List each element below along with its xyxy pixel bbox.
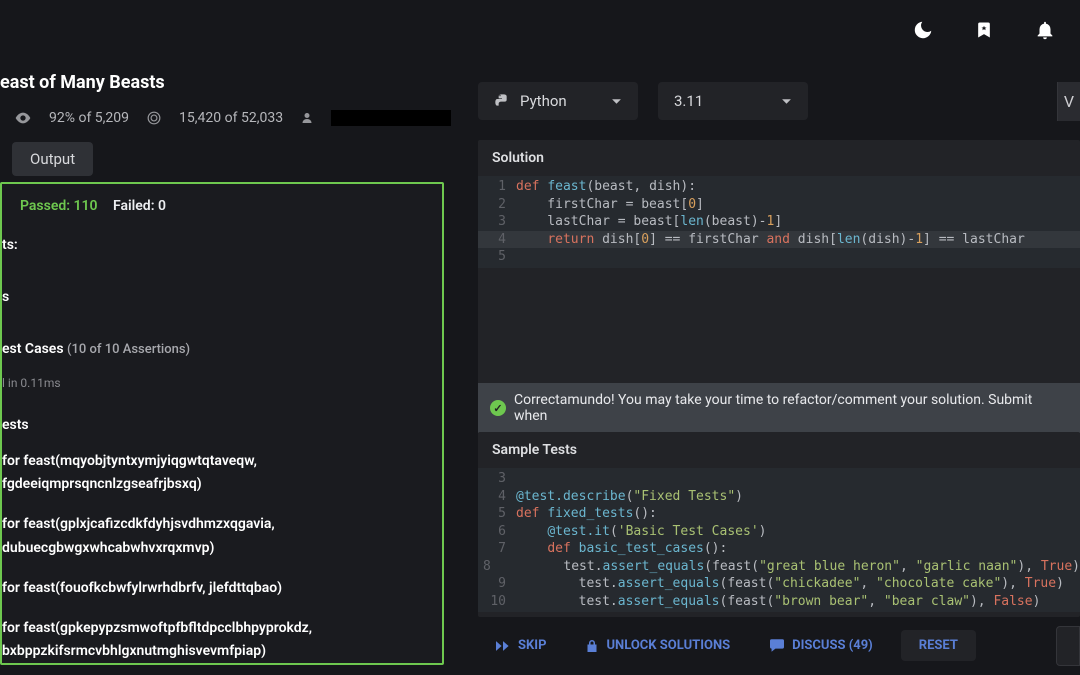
reset-button[interactable]: RESET: [901, 630, 976, 661]
fast-forward-icon: [496, 640, 510, 652]
author-name-redacted: [331, 110, 451, 126]
discuss-button[interactable]: DISCUSS (49): [752, 630, 891, 661]
test-case: for feast(gplxjcafizcdkfdyhjsvdhmzxqgavi…: [2, 505, 442, 569]
test-case: for feast(mqyobjtyntxymjyiqgwtqtaveqw, f…: [2, 442, 442, 506]
tab-output[interactable]: Output: [12, 142, 93, 176]
right-edge-button[interactable]: [1056, 626, 1080, 666]
unlock-solutions-button[interactable]: UNLOCK SOLUTIONS: [568, 630, 748, 661]
eye-icon: [15, 112, 31, 124]
python-icon: [494, 93, 510, 109]
output-panel: Passed: 110 Failed: 0 ts: s est Cases (1…: [0, 182, 444, 665]
speech-bubble-icon: [770, 639, 784, 652]
chevron-down-icon: [611, 96, 622, 107]
vim-toggle[interactable]: V: [1057, 82, 1080, 121]
target-icon: [147, 111, 161, 125]
solution-editor[interactable]: Solution 1def feast(beast, dish):2 first…: [478, 140, 1080, 412]
language-selector[interactable]: Python: [478, 82, 638, 120]
sample-tests-editor[interactable]: Sample Tests 34@test.describe("Fixed Tes…: [478, 432, 1080, 617]
bookmark-star-icon[interactable]: [974, 19, 994, 41]
test-case: for feast(gpkepypzsmwoftpfbfltdpcclbhpyp…: [2, 609, 442, 665]
success-banner: ✓ Correctamundo! You may take your time …: [478, 383, 1080, 433]
bell-icon[interactable]: [1034, 19, 1056, 41]
version-selector[interactable]: 3.11: [658, 82, 808, 120]
check-circle-icon: ✓: [490, 400, 506, 416]
lock-icon: [586, 639, 598, 653]
kata-stats: 92% of 5,209 15,420 of 52,033: [15, 110, 451, 126]
test-status: Passed: 110 Failed: 0: [2, 184, 442, 228]
chevron-down-icon: [781, 96, 792, 107]
moon-icon[interactable]: [912, 19, 934, 41]
test-case: for feast(fouofkcbwfylrwrhdbrfv, jlefdtt…: [2, 569, 442, 609]
kata-title: east of Many Beasts: [0, 72, 165, 93]
person-icon: [301, 111, 313, 125]
skip-button[interactable]: SKIP: [478, 630, 564, 661]
